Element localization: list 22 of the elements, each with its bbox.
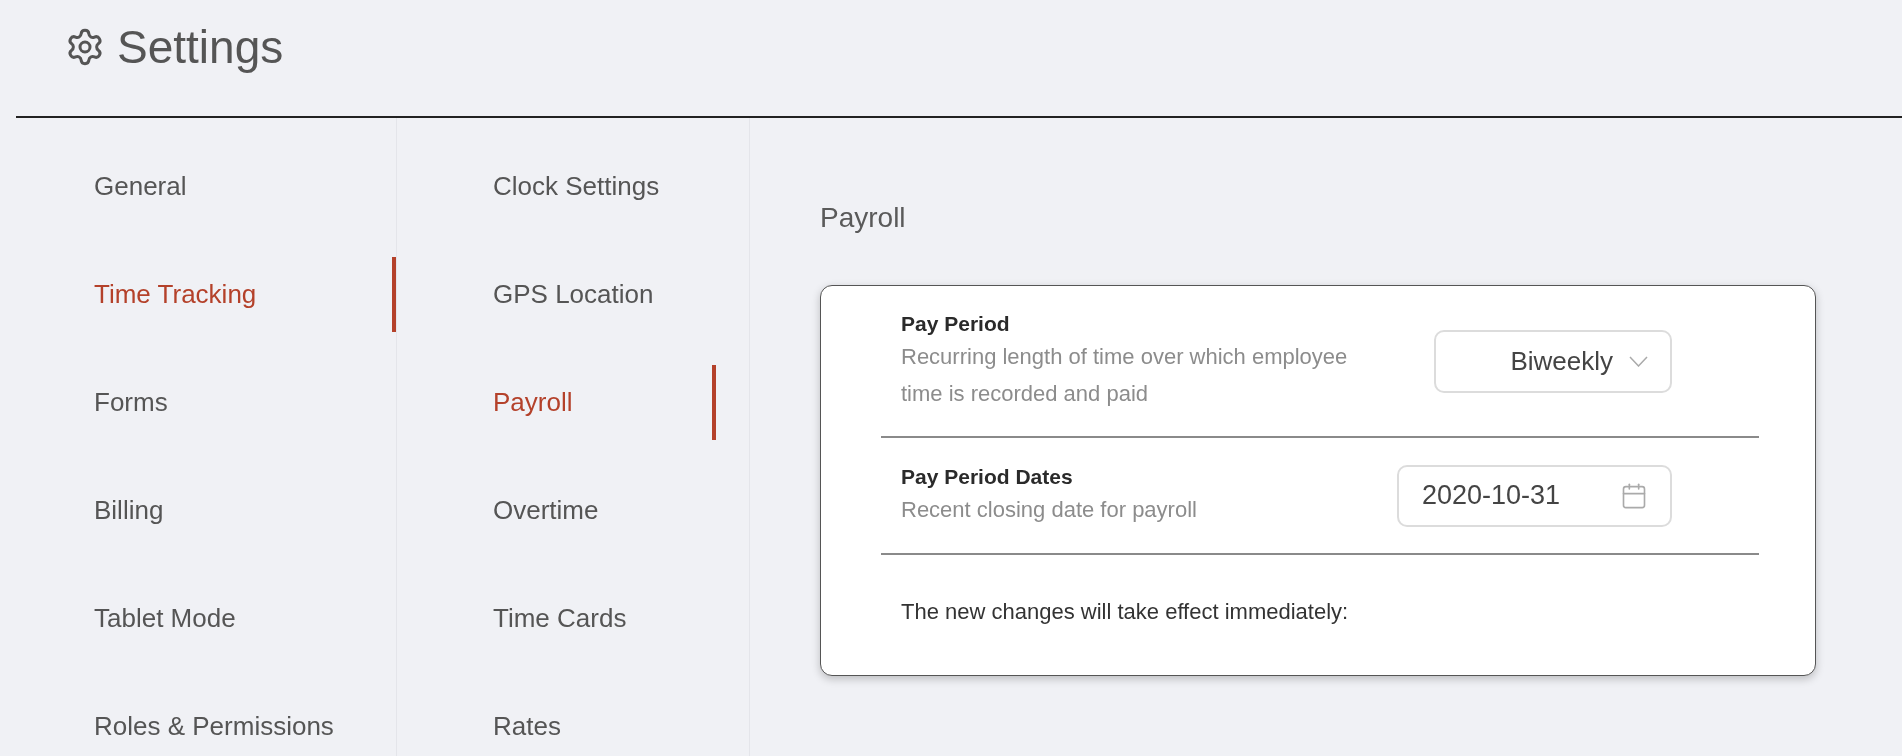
subnav-item[interactable]: Payroll — [397, 348, 716, 456]
nav-item[interactable]: Tablet Mode — [0, 564, 396, 672]
settings-icon — [65, 27, 105, 67]
date-field[interactable]: 2020-10-31 — [1397, 464, 1672, 527]
setting-description: Recent closing date for payroll — [901, 496, 1197, 524]
subnav-item[interactable]: GPS Location — [397, 240, 716, 348]
subnav-item[interactable]: Overtime — [397, 456, 716, 564]
nav-item[interactable]: Forms — [0, 348, 396, 456]
nav-item[interactable]: General — [0, 132, 396, 240]
dropdown-select[interactable]: Biweekly — [1434, 329, 1672, 393]
subnav-item[interactable]: Time Cards — [397, 564, 716, 672]
page-title: Settings — [117, 20, 284, 74]
setting-label: Pay Period Dates — [901, 464, 1073, 490]
setting-description: Recurring length of time over which employee time is recorded and paid — [901, 343, 1349, 408]
subnav-item[interactable]: Clock Settings — [397, 132, 716, 240]
nav-item[interactable]: Billing — [0, 456, 396, 564]
calendar-icon — [1620, 481, 1648, 510]
note-text: The new changes will take effect immediately: — [901, 598, 1349, 626]
nav-item[interactable]: Time Tracking — [0, 240, 396, 348]
setting-label: Pay Period — [901, 311, 1010, 337]
section-title: Payroll — [820, 201, 906, 235]
chevron-down-icon — [1629, 355, 1648, 367]
